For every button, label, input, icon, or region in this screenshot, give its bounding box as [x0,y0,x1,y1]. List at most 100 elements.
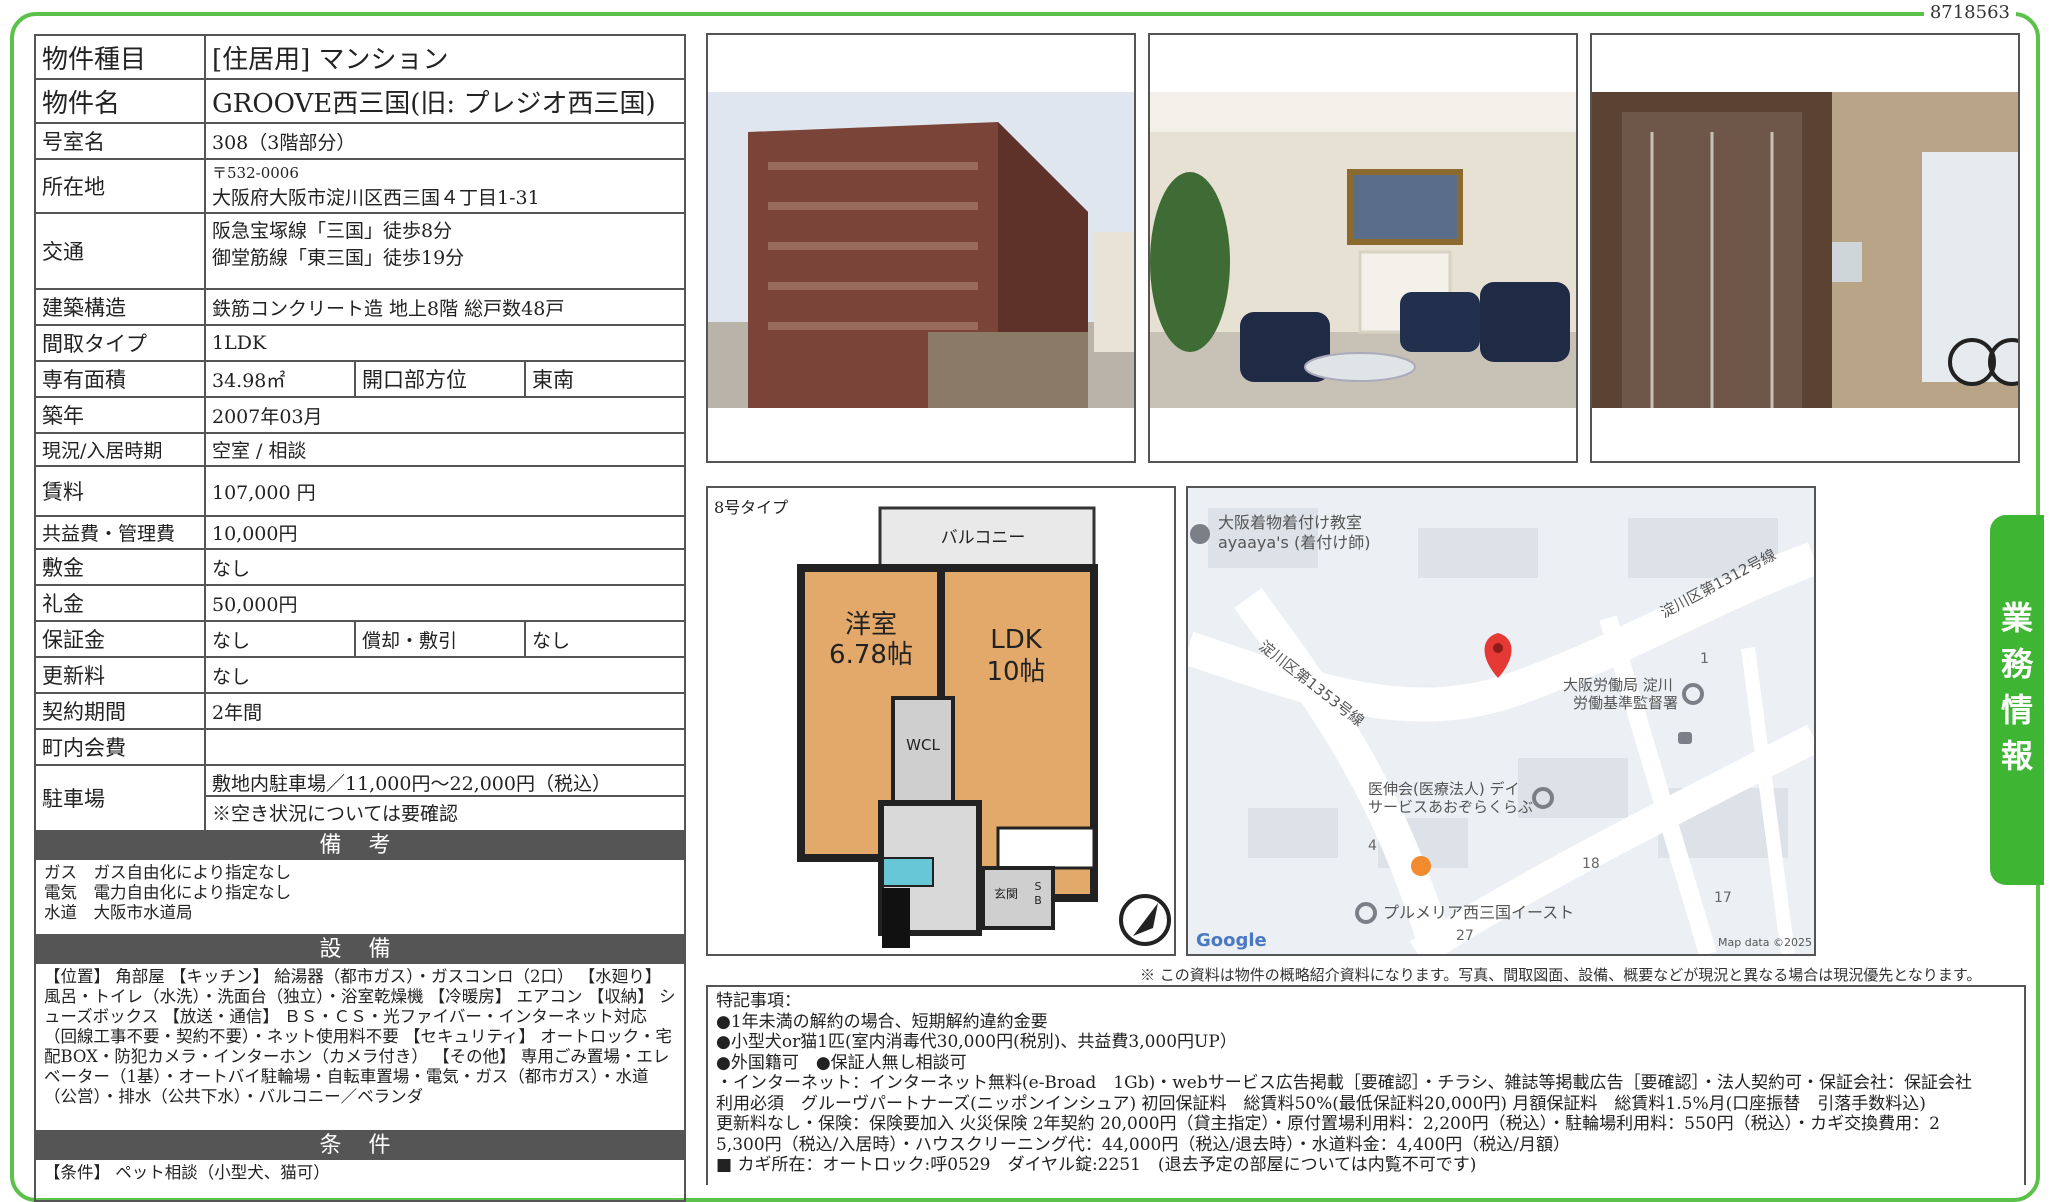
room1-size: 6.78帖 [829,640,913,670]
entrance-label: 玄関 [994,886,1018,901]
row-term: 契約期間 2年間 [34,692,686,730]
floor-plan-drawing: バルコニー 洋室 6.78帖 LDK 10帖 WCL 玄関 S B [797,506,1171,948]
property-spec-panel: 物件種目 [住居用] マンション 物件名 GROOVE西三国(旧: プレジオ西三… [34,34,686,1202]
remarks-heading: 備 考 [34,832,686,860]
label-amortization: 償却・敷引 [354,620,526,658]
equipment-block: 【位置】 角部屋 【キッチン】 給湯器（都市ガス）・ガスコンロ（2口） 【水廻り… [34,964,686,1132]
label-deposit: 敷金 [34,548,206,586]
row-layout: 間取タイプ 1LDK [34,324,686,362]
map-poi-kimono[interactable]: 大阪着物着付け教室 [1218,513,1362,532]
label-area: 専有面積 [34,360,206,398]
parking-note: ※空き状況については要確認 [212,803,459,825]
row-parking: 駐車場 敷地内駐車場／11,000円～22,000円（税込） ※空き状況について… [34,764,686,832]
building-exterior-image [708,92,1134,408]
value-parking: 敷地内駐車場／11,000円～22,000円（税込） ※空き状況については要確認 [204,764,686,832]
label-name: 物件名 [34,78,206,124]
lobby-photo [1148,33,1578,463]
value-guarantee: なし [204,620,356,658]
parking-price: 敷地内駐車場／11,000円～22,000円（税込） [207,767,683,797]
room2-label: LDK [990,625,1043,655]
value-built: 2007年03月 [204,396,686,434]
label-key-money: 礼金 [34,584,206,622]
entrance-photo [1590,33,2020,463]
row-built: 築年 2007年03月 [34,396,686,434]
document-id: 8718563 [1923,2,2016,23]
map-lot-27: 27 [1456,928,1474,944]
value-layout: 1LDK [204,324,686,362]
notes-line-8: ■ カギ所在：オートロック:呼0529 ダイヤル錠:2251 (退去予定の部屋に… [716,1155,1477,1175]
label-town-fee: 町内会費 [34,728,206,766]
notes-heading: 特記事項： [716,991,801,1011]
building-exterior-photo [706,33,1136,463]
label-access: 交通 [34,212,206,290]
notes-line-2: ●小型犬or猫1匹(室内消毒代30,000円(税別)、共益費3,000円UP） [716,1032,1237,1052]
business-info-tab[interactable]: 業 務 情 報 [1990,515,2044,885]
row-address: 所在地 〒532-0006 大阪府大阪市淀川区西三国４丁目1-31 [34,158,686,214]
row-status: 現況/入居時期 空室 / 相談 [34,432,686,467]
value-fee: 10,000円 [204,515,686,550]
conditions-heading: 条 件 [34,1132,686,1160]
notes-line-1: ●1年未満の解約の場合、短期解約違約金要 [716,1011,1048,1032]
label-fee: 共益費・管理費 [34,515,206,550]
value-town-fee [204,728,686,766]
label-parking: 駐車場 [34,764,206,832]
remarks-gas: ガス ガス自由化により指定なし [44,863,292,882]
postal-code: 〒532-0006 [212,164,299,182]
notes-line-6: 更新料なし・保険：保険要加入 火災保険 2年契約 20,000円（貸主指定）・原… [716,1114,1940,1134]
map-poi-labor-office[interactable]: 大阪労働局 淀川 [1563,676,1673,694]
value-access: 阪急宝塚線「三国」徒歩8分 御堂筋線「東三国」徒歩19分 [204,212,686,290]
label-type: 物件種目 [34,34,206,80]
value-structure: 鉄筋コンクリート造 地上8階 総戸数48戸 [204,288,686,326]
row-town-fee: 町内会費 [34,728,686,766]
location-map[interactable]: 大阪着物着付け教室 ayaaya's (着付け師) 淀川区第1312号線 淀川区… [1186,486,1816,956]
value-status: 空室 / 相談 [204,432,686,467]
map-lot-17: 17 [1714,890,1732,906]
row-name: 物件名 GROOVE西三国(旧: プレジオ西三国) [34,78,686,124]
remarks-block: ガス ガス自由化により指定なし 電気 電力自由化により指定なし 水道 大阪市水道… [34,860,686,936]
remarks-water: 水道 大阪市水道局 [44,903,193,922]
wcl-label: WCL [906,736,940,754]
value-type: [住居用] マンション [204,34,686,80]
value-name: GROOVE西三国(旧: プレジオ西三国) [204,78,686,124]
map-poi-day-service-sub[interactable]: サービスあおぞらくらぶ [1368,798,1533,816]
map-poi-kimono-sub[interactable]: ayaaya's (着付け師) [1218,533,1370,552]
label-direction: 開口部方位 [354,360,526,398]
row-key-money: 礼金 50,000円 [34,584,686,622]
value-renewal: なし [204,656,686,694]
row-area: 専有面積 34.98㎡ 開口部方位 東南 [34,360,686,398]
value-key-money: 50,000円 [204,584,686,622]
value-rent: 107,000 円 [204,465,686,517]
lobby-image [1150,92,1576,408]
row-deposit: 敷金 なし [34,548,686,586]
notes-line-5: 利用必須 グルーヴパートナーズ(ニッポンインシュア) 初回保証料 総賃料50%(… [716,1093,1926,1114]
map-poi-day-service[interactable]: 医伸会(医療法人) デイ [1368,780,1519,798]
row-room: 号室名 308（3階部分） [34,122,686,160]
value-room: 308（3階部分） [204,122,686,160]
map-poi-labor-office-sub[interactable]: 労働基準監督署 [1573,694,1678,712]
remarks-electricity: 電気 電力自由化により指定なし [44,883,292,902]
special-notes: 特記事項： ●1年未満の解約の場合、短期解約違約金要 ●小型犬or猫1匹(室内消… [706,985,2026,1185]
label-rent: 賃料 [34,465,206,517]
row-type: 物件種目 [住居用] マンション [34,34,686,80]
row-fee: 共益費・管理費 10,000円 [34,515,686,550]
address-text: 大阪府大阪市淀川区西三国４丁目1-31 [212,187,540,209]
equipment-heading: 設 備 [34,936,686,964]
tab-char-1: 業 [2000,599,2033,637]
tab-char-3: 情 [2000,691,2033,729]
label-built: 築年 [34,396,206,434]
map-canvas: 大阪着物着付け教室 ayaaya's (着付け師) 淀川区第1312号線 淀川区… [1188,488,1814,954]
conditions-block: 【条件】 ペット相談（小型犬、猫可） [34,1160,686,1202]
row-guarantee: 保証金 なし 償却・敷引 なし [34,620,686,658]
notes-line-3: ●外国籍可 ●保証人無し相談可 [716,1052,967,1073]
notes-line-7: 5,300円（税込/入居時）・ハウスクリーニング代：44,000円（税込/退去時… [716,1134,1570,1155]
spec-table: 物件種目 [住居用] マンション 物件名 GROOVE西三国(旧: プレジオ西三… [34,34,686,832]
tab-char-4: 報 [2000,737,2033,775]
map-poi-plumeria[interactable]: プルメリア西三国イースト [1383,903,1574,922]
floor-plan-panel: 8号タイプ バルコニー 洋室 6.78帖 LDK 10帖 WCL 玄関 S B [706,486,1176,956]
label-term: 契約期間 [34,692,206,730]
entrance-image [1592,92,2018,408]
sb-label-s: S [1035,880,1042,893]
sb-label-b: B [1034,894,1042,907]
map-lot-4: 4 [1368,838,1377,854]
row-access: 交通 阪急宝塚線「三国」徒歩8分 御堂筋線「東三国」徒歩19分 [34,212,686,290]
